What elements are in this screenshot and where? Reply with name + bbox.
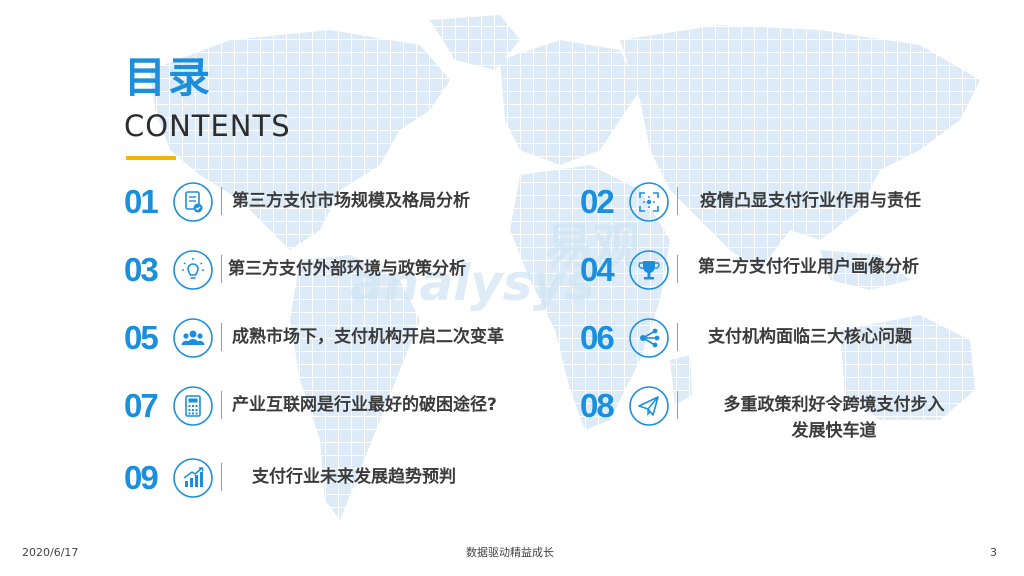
toc-label: 疫情凸显支付行业作用与责任 [700,191,921,211]
footer-date: 2020/6/17 [22,546,79,559]
toc-label: 多重政策利好令跨境支付步入 发展快车道 [704,392,964,444]
toc-item-03[interactable]: 03 第三方支付外部环境与政策分析 [124,248,544,292]
toc-number: 02 [580,183,615,220]
toc-label: 第三方支付行业用户画像分析 [698,257,919,277]
toc-item-07[interactable]: 07 产业互联网是行业最好的破困途径? [124,384,564,428]
calculator-icon [172,385,214,427]
toc-number: 09 [124,459,159,496]
toc-label: 产业互联网是行业最好的破困途径? [232,395,497,415]
separator [221,463,222,491]
growth-chart-icon [172,457,214,499]
toc-item-08[interactable]: 08 多重政策利好令跨境支付步入 发展快车道 [580,384,980,441]
toc-number: 05 [124,319,159,356]
toc-number: 04 [580,251,615,288]
separator [677,187,678,215]
users-group-icon [172,317,214,359]
toc-item-02[interactable]: 02 疫情凸显支付行业作用与责任 [580,180,980,224]
toc-label: 支付行业未来发展趋势预判 [252,467,456,487]
separator [677,255,678,283]
toc-number: 07 [124,387,159,424]
toc-item-06[interactable]: 06 支付机构面临三大核心问题 [580,316,980,360]
paper-plane-icon [628,385,670,427]
document-check-icon [172,181,214,223]
share-icon [628,317,670,359]
separator [677,391,678,419]
toc-item-04[interactable]: 04 第三方支付行业用户画像分析 [580,248,980,292]
trophy-icon [628,249,670,291]
toc-item-05[interactable]: 05 成熟市场下，支付机构开启二次变革 [124,316,564,360]
lightbulb-icon [172,249,214,291]
page-subtitle: CONTENTS [124,109,291,143]
title-underline [126,156,176,160]
separator [677,323,678,351]
toc-label: 第三方支付外部环境与政策分析 [228,259,466,279]
separator [221,255,222,283]
page-title: 目录 [124,53,213,102]
footer-slogan: 数据驱动精益成长 [466,546,554,559]
toc-number: 08 [580,387,615,424]
toc-number: 01 [124,183,159,220]
toc-label-line1: 多重政策利好令跨境支付步入 [723,395,945,415]
toc-item-01[interactable]: 01 第三方支付市场规模及格局分析 [124,180,544,224]
separator [221,323,222,351]
page-number: 3 [990,546,997,559]
toc-label: 支付机构面临三大核心问题 [708,327,912,347]
toc-label: 成熟市场下，支付机构开启二次变革 [232,327,504,347]
toc-label-line2: 发展快车道 [791,421,877,441]
toc-number: 03 [124,251,159,288]
focus-scan-icon [628,181,670,223]
toc-item-09[interactable]: 09 支付行业未来发展趋势预判 [124,456,544,500]
toc-number: 06 [580,319,615,356]
toc-label: 第三方支付市场规模及格局分析 [232,191,470,211]
separator [221,391,222,419]
separator [221,187,222,215]
